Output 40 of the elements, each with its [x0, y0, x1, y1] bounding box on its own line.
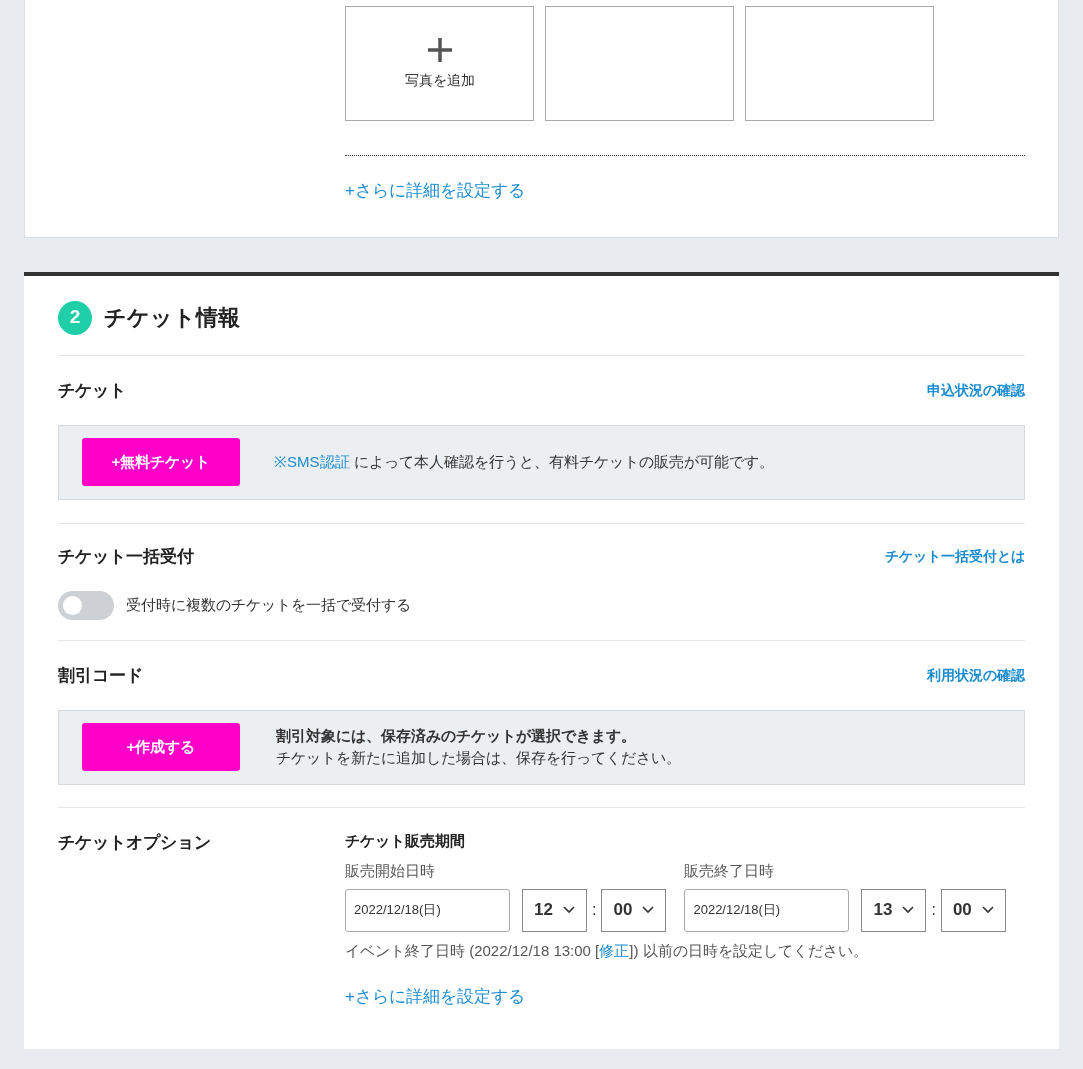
sms-note: ※SMS認証 によって本人確認を行うと、有料チケットの販売が可能です。	[274, 451, 774, 472]
edit-link[interactable]: 修正	[599, 941, 630, 959]
add-photo-button[interactable]: 写真を追加	[345, 6, 534, 121]
time-select[interactable]: 12	[522, 888, 587, 932]
time-separator: :	[931, 900, 936, 920]
help-link[interactable]: チケット一括受付とは	[885, 545, 1025, 567]
date-field[interactable]: 2022/12/18(日)	[345, 888, 510, 932]
toggle-switch[interactable]	[58, 591, 114, 620]
period-title: チケット販売期間	[345, 830, 466, 851]
discount-note: チケットを新たに追加した場合は、保存を行ってください。	[276, 748, 681, 768]
chevron-down-icon	[563, 906, 575, 914]
step-number-badge: 2	[58, 300, 92, 335]
row-label: チケットオプション	[58, 831, 212, 854]
time-select[interactable]: 00	[601, 888, 667, 932]
chevron-down-icon	[981, 906, 994, 914]
more-settings-link[interactable]: +さらに詳細を設定する	[345, 178, 525, 204]
period-hint: イベント終了日時 (2022/12/18 13:00 [修正]) 以前の日時を設定してください。	[345, 940, 869, 961]
chevron-down-icon	[902, 906, 915, 914]
chevron-down-icon	[642, 906, 655, 914]
time-select[interactable]: 00	[940, 888, 1006, 932]
sms-auth-link[interactable]: ※SMS認証	[274, 452, 350, 470]
free-ticket-button[interactable]: +無料チケット	[82, 438, 240, 486]
more-settings-link[interactable]: +さらに詳細を設定する	[345, 984, 525, 1010]
create-code-button[interactable]: +作成する	[82, 723, 240, 771]
row-label: チケット	[58, 380, 126, 402]
field-label: 販売終了日時	[684, 861, 776, 881]
time-separator: :	[592, 900, 597, 920]
toggle-label: 受付時に複数のチケットを一括で受付する	[126, 595, 411, 616]
date-field[interactable]: 2022/12/18(日)	[684, 888, 850, 932]
plus-icon	[425, 36, 454, 64]
discount-note: 割引対象には、保存済みのチケットが選択できます。	[276, 725, 637, 746]
field-label: 販売開始日時	[345, 861, 436, 881]
photo-slot[interactable]	[745, 6, 934, 121]
help-link[interactable]: 利用状況の確認	[927, 665, 1025, 687]
help-link[interactable]: 申込状況の確認	[927, 380, 1025, 402]
photo-slot[interactable]	[545, 6, 734, 121]
row-label: 割引コード	[58, 665, 143, 687]
time-select[interactable]: 13	[861, 888, 927, 932]
row-label: チケット一括受付	[58, 545, 194, 568]
section-title: チケット情報	[104, 304, 240, 332]
